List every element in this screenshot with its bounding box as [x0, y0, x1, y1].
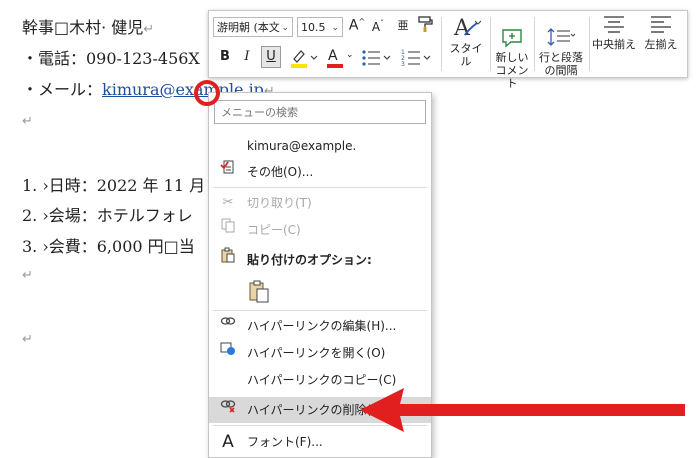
- menu-item-label: 貼り付けのオプション:: [247, 253, 372, 267]
- font-name-value: 游明朝 (本文: [217, 21, 280, 34]
- chevron-down-icon: ⌄: [346, 50, 354, 60]
- align-left-icon: [651, 16, 671, 33]
- new-comment-button[interactable]: 新しい コメント: [493, 13, 531, 103]
- shrink-font-button[interactable]: Aˇ: [370, 19, 386, 34]
- styles-label: スタイル: [449, 42, 483, 68]
- line-spacing-button[interactable]: 行と段落 の間隔: [536, 13, 586, 90]
- grow-font-button[interactable]: A^: [348, 17, 366, 34]
- doc-line-empty: ↵: [22, 110, 33, 129]
- paragraph-mark: ↵: [22, 332, 33, 347]
- menu-item-more[interactable]: その他(O)...: [209, 159, 431, 185]
- new-comment-icon: [502, 29, 522, 48]
- svg-text:A: A: [453, 16, 471, 39]
- italic-button[interactable]: I: [239, 49, 255, 64]
- doc-line-organizer: 幹事□木村· 健児↵: [22, 14, 154, 38]
- menu-item-label: kimura@example.: [247, 139, 357, 153]
- numbered-list-icon: 123: [401, 49, 431, 68]
- bullets-button[interactable]: [361, 47, 393, 69]
- scissors-icon: ✂: [222, 195, 234, 210]
- toolbar-separator: [534, 17, 535, 71]
- more-icon: [219, 159, 237, 185]
- left-align-label: 左揃え: [644, 38, 678, 51]
- align-center-icon: [604, 16, 624, 33]
- svg-text:3: 3: [401, 61, 405, 68]
- underline-icon: U: [266, 49, 276, 64]
- paste-text-icon: [249, 280, 269, 303]
- menu-item-label: 切り取り(T): [247, 196, 312, 210]
- phone-text: ・電話：090-123-456X: [22, 49, 200, 68]
- styles-icon: A: [453, 16, 482, 41]
- menu-item-cut[interactable]: ✂ 切り取り(T): [209, 190, 431, 216]
- doc-line-phone: ・電話：090-123-456X: [22, 45, 200, 69]
- underline-button[interactable]: U: [261, 46, 281, 68]
- bold-button[interactable]: B: [217, 49, 233, 64]
- format-painter-icon: [418, 16, 433, 32]
- font-size-value: 10.5: [301, 21, 326, 34]
- menu-item-label: その他(O)...: [247, 165, 314, 179]
- paste-keep-text-only-button[interactable]: [247, 279, 271, 303]
- doc-line-fee: 3. ›会費：6,000 円□当: [22, 233, 195, 257]
- menu-separator: [213, 310, 427, 311]
- new-comment-label: 新しい コメント: [495, 51, 529, 90]
- highlight-color-button[interactable]: [289, 47, 319, 69]
- doc-line-venue: 2. ›会場：ホテルフォレ: [22, 202, 193, 226]
- center-align-label: 中央揃え: [592, 38, 636, 51]
- doc-line-empty-3: ↵: [22, 328, 33, 347]
- font-color-bar: [327, 64, 343, 68]
- font-color-button[interactable]: A ⌄: [325, 47, 355, 69]
- menu-item-label: コピー(C): [247, 223, 301, 237]
- menu-item-paste-options: 貼り付けのオプション:: [209, 247, 431, 273]
- paragraph-mark: ↵: [143, 22, 155, 37]
- bullet-list-icon: [362, 50, 391, 66]
- phonetic-guide-button[interactable]: 亜: [395, 17, 411, 33]
- menu-item-email-address[interactable]: kimura@example.: [209, 133, 431, 159]
- fee-text: 3. ›会費：6,000 円□当: [22, 237, 195, 256]
- italic-icon: I: [244, 49, 250, 64]
- organizer-text: 幹事□木村· 健児: [22, 18, 144, 37]
- font-name-select[interactable]: 游明朝 (本文 ⌄: [213, 17, 293, 37]
- cursor-highlight-circle: [194, 80, 220, 106]
- center-align-button[interactable]: 中央揃え: [590, 13, 638, 51]
- bold-icon: B: [220, 49, 230, 64]
- toolbar-separator: [490, 17, 491, 71]
- grow-font-icon: A: [348, 17, 359, 34]
- left-align-button[interactable]: 左揃え: [639, 13, 683, 51]
- font-size-select[interactable]: 10.5 ⌄: [297, 17, 343, 37]
- menu-item-label: ハイパーリンクの編集(H)...: [247, 319, 397, 333]
- line-spacing-label: 行と段落 の間隔: [539, 51, 583, 77]
- menu-item-label: ハイパーリンクを開く(O): [247, 346, 386, 360]
- font-icon: A: [222, 432, 234, 452]
- menu-separator: [213, 187, 427, 188]
- paragraph-mark: ↵: [22, 114, 33, 129]
- toolbar-separator: [441, 17, 442, 71]
- highlighter-icon: [291, 50, 318, 68]
- mini-toolbar: 游明朝 (本文 ⌄ 10.5 ⌄ A^ Aˇ 亜 B I U A ⌄ 123 A ス…: [208, 10, 688, 90]
- doc-line-empty-2: ↵: [22, 264, 33, 283]
- menu-item-edit-hyperlink[interactable]: ハイパーリンクの編集(H)...: [209, 313, 431, 339]
- link-remove-icon: [219, 397, 237, 423]
- phonetic-icon: 亜: [397, 19, 409, 32]
- line-spacing-icon: [547, 28, 576, 46]
- email-label: ・メール：: [22, 80, 103, 99]
- menu-search-input[interactable]: [214, 100, 426, 124]
- menu-item-open-hyperlink[interactable]: ハイパーリンクを開く(O): [209, 340, 431, 366]
- numbering-button[interactable]: 123: [401, 47, 433, 69]
- date-text: 1. ›日時：2022 年 11 月: [22, 176, 206, 195]
- font-color-icon: A: [328, 48, 338, 64]
- styles-button[interactable]: A スタイル: [445, 13, 487, 68]
- doc-line-date: 1. ›日時：2022 年 11 月: [22, 172, 205, 196]
- link-open-icon: [219, 340, 237, 366]
- menu-item-copy[interactable]: コピー(C): [209, 217, 431, 243]
- venue-text: 2. ›会場：ホテルフォレ: [22, 206, 193, 225]
- format-painter-button[interactable]: [415, 15, 435, 35]
- red-arrow-annotation: [360, 388, 685, 432]
- chevron-down-icon: ⌄: [281, 23, 289, 33]
- copy-icon: [219, 217, 237, 243]
- chevron-down-icon: ⌄: [331, 23, 339, 33]
- menu-item-label: フォント(F)...: [247, 435, 323, 449]
- shrink-font-icon: A: [371, 20, 381, 34]
- link-edit-icon: [219, 313, 237, 339]
- paragraph-mark: ↵: [22, 268, 33, 283]
- paste-icon: [219, 247, 237, 273]
